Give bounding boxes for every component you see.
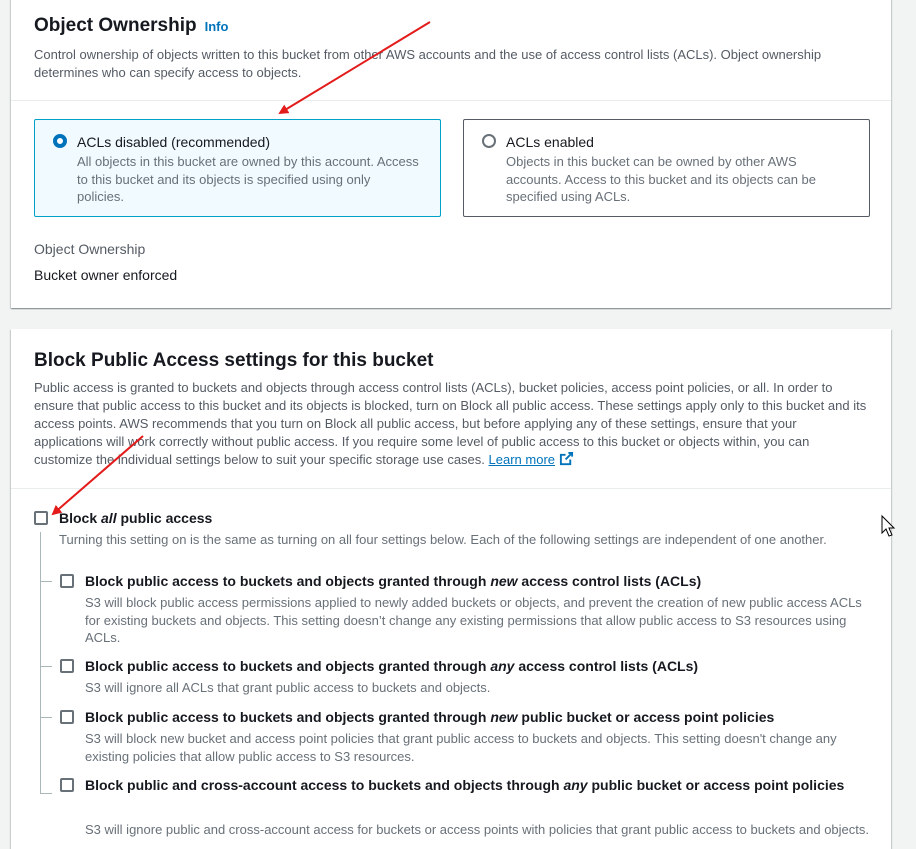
any-policies-label-pre: Block public and cross-account access to… bbox=[85, 777, 564, 793]
new-acls-checkbox[interactable] bbox=[60, 574, 74, 588]
new-policies-description: S3 will block new bucket and access poin… bbox=[85, 731, 837, 764]
object-ownership-description: Control ownership of objects written to … bbox=[34, 47, 822, 80]
new-policies-label-post: public bucket or access point policies bbox=[517, 709, 775, 725]
new-policies-checkbox[interactable] bbox=[60, 710, 74, 724]
acls-enabled-radio[interactable] bbox=[482, 134, 496, 148]
block-all-label-pre: Block bbox=[59, 510, 102, 526]
any-acls-label-post: access control lists (ACLs) bbox=[514, 658, 699, 674]
acls-disabled-description: All objects in this bucket are owned by … bbox=[77, 154, 419, 204]
block-all-label[interactable]: Block all public access bbox=[59, 506, 212, 530]
any-acls-description: S3 will ignore all ACLs that grant publi… bbox=[85, 680, 491, 695]
object-ownership-header: Object Ownership Info Control ownership o… bbox=[34, 14, 868, 82]
new-acls-label-pre: Block public access to buckets and objec… bbox=[85, 573, 491, 589]
acls-enabled-label: ACLs enabled bbox=[506, 134, 594, 150]
bpa-divider bbox=[11, 488, 891, 489]
new-acls-label-em: new bbox=[490, 573, 518, 589]
any-acls-label-pre: Block public access to buckets and objec… bbox=[85, 658, 491, 674]
external-link-icon bbox=[559, 451, 574, 466]
acls-disabled-radio[interactable] bbox=[53, 134, 67, 148]
new-acls-label-post: access control lists (ACLs) bbox=[517, 573, 702, 589]
block-all-checkbox[interactable] bbox=[34, 511, 48, 525]
header-divider bbox=[11, 100, 891, 101]
object-ownership-heading: Object Ownership Info bbox=[34, 14, 868, 39]
any-acls-checkbox[interactable] bbox=[60, 659, 74, 673]
object-ownership-setting-label: Object Ownership bbox=[34, 241, 146, 257]
any-acls-label-em: any bbox=[490, 658, 515, 674]
any-policies-label-post: public bucket or access point policies bbox=[587, 777, 845, 793]
new-policies-label-em: new bbox=[490, 709, 518, 725]
object-ownership-panel: Object Ownership Info Control ownership o… bbox=[11, 0, 891, 308]
acls-enabled-description: Objects in this bucket can be owned by o… bbox=[506, 154, 817, 204]
tree-branch-3 bbox=[40, 717, 52, 718]
acls-disabled-label: ACLs disabled (recommended) bbox=[77, 134, 270, 150]
new-acls-label[interactable]: Block public access to buckets and objec… bbox=[85, 569, 701, 593]
acls-disabled-tile[interactable]: ACLs disabled (recommended) All objects … bbox=[34, 119, 441, 217]
block-public-access-panel: Block Public Access settings for this bu… bbox=[11, 329, 891, 849]
new-policies-label[interactable]: Block public access to buckets and objec… bbox=[85, 705, 774, 729]
bpa-description: Public access is granted to buckets and … bbox=[34, 379, 868, 469]
bpa-description-text: Public access is granted to buckets and … bbox=[34, 380, 867, 467]
bpa-title: Block Public Access settings for this bu… bbox=[34, 350, 434, 371]
any-policies-label-em: any bbox=[563, 777, 588, 793]
any-policies-description: S3 will ignore public and cross-account … bbox=[85, 822, 870, 837]
bpa-header: Block Public Access settings for this bu… bbox=[34, 349, 868, 469]
tree-branch-2 bbox=[40, 666, 52, 667]
block-all-description: Turning this setting on is the same as t… bbox=[59, 532, 827, 547]
info-link[interactable]: Info bbox=[205, 19, 229, 34]
block-all-label-post: public access bbox=[116, 510, 213, 526]
block-all-label-em: all bbox=[101, 510, 117, 526]
any-policies-checkbox[interactable] bbox=[60, 778, 74, 792]
any-policies-label[interactable]: Block public and cross-account access to… bbox=[85, 773, 855, 797]
any-acls-label[interactable]: Block public access to buckets and objec… bbox=[85, 654, 698, 678]
object-ownership-title: Object Ownership bbox=[34, 15, 197, 36]
tree-branch-1 bbox=[40, 581, 52, 582]
learn-more-label: Learn more bbox=[488, 452, 556, 467]
acls-enabled-tile[interactable]: ACLs enabled Objects in this bucket can … bbox=[463, 119, 870, 217]
learn-more-link[interactable]: Learn more bbox=[488, 451, 574, 467]
tree-branch-4 bbox=[40, 793, 52, 794]
object-ownership-setting-value: Bucket owner enforced bbox=[34, 267, 178, 283]
tree-vertical-line bbox=[40, 532, 41, 794]
new-policies-label-pre: Block public access to buckets and objec… bbox=[85, 709, 491, 725]
new-acls-description: S3 will block public access permissions … bbox=[85, 595, 862, 645]
